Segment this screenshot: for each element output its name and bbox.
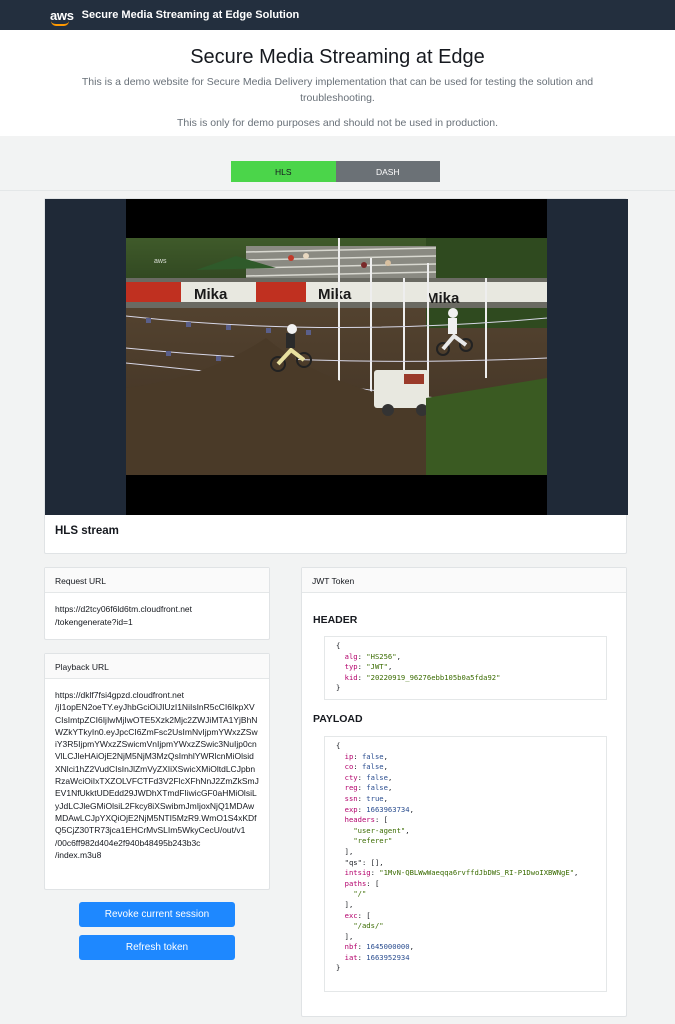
refresh-token-button[interactable]: Refresh token — [79, 935, 235, 960]
jwt-payload-label: PAYLOAD — [313, 713, 363, 725]
page-title: Secure Media Streaming at Edge — [190, 46, 485, 68]
top-navbar: aws Secure Media Streaming at Edge Solut… — [0, 0, 675, 30]
playback-url-card: Playback URL https://dklf7fsi4gpzd.cloud… — [44, 653, 270, 890]
jwt-token-card: JWT Token HEADER { alg: "HS256", typ: "J… — [301, 567, 627, 1017]
motocross-scene-image: Mika Mika Mika aws — [126, 238, 547, 475]
video-card: Mika Mika Mika aws HLS stream — [44, 198, 628, 554]
page-description: This is a demo website for Secure Media … — [81, 76, 594, 104]
banner-text-1: Mika — [194, 286, 228, 303]
playback-url-header: Playback URL — [45, 654, 269, 679]
revoke-session-button[interactable]: Revoke current session — [79, 902, 235, 927]
video-frame[interactable]: Mika Mika Mika aws — [126, 238, 547, 475]
navbar-title: Secure Media Streaming at Edge Solution — [81, 9, 300, 21]
hero-section: Secure Media Streaming at Edge This is a… — [0, 30, 675, 136]
request-url-header: Request URL — [45, 568, 269, 593]
hls-tab-button[interactable]: HLS — [231, 161, 336, 182]
jwt-token-header: JWT Token — [302, 568, 626, 593]
stream-type-toggle: HLS DASH — [231, 161, 440, 182]
jwt-payload-code: { ip: false, co: false, cty: false, reg:… — [324, 736, 607, 992]
video-player[interactable]: Mika Mika Mika aws — [45, 199, 628, 515]
aws-smile-icon — [51, 21, 69, 26]
section-divider — [0, 190, 675, 191]
jwt-header-label: HEADER — [313, 614, 358, 626]
request-url-card: Request URL https://d2tcy06f6ld6tm.cloud… — [44, 567, 270, 640]
playback-url-value: https://dklf7fsi4gpzd.cloudfront.net /jI… — [55, 690, 259, 860]
video-caption: HLS stream — [55, 525, 119, 537]
dash-tab-button[interactable]: DASH — [335, 161, 440, 182]
request-url-value: https://d2tcy06f6ld6tm.cloudfront.net /t… — [55, 604, 193, 627]
video-watermark: aws — [154, 258, 167, 265]
jwt-header-code: { alg: "HS256", typ: "JWT", kid: "202209… — [324, 636, 607, 700]
demo-note: This is only for demo purposes and shoul… — [176, 117, 499, 129]
banner-text-2: Mika — [318, 286, 352, 303]
aws-logo[interactable]: aws — [50, 9, 74, 26]
banner-text-3: Mika — [426, 290, 460, 307]
